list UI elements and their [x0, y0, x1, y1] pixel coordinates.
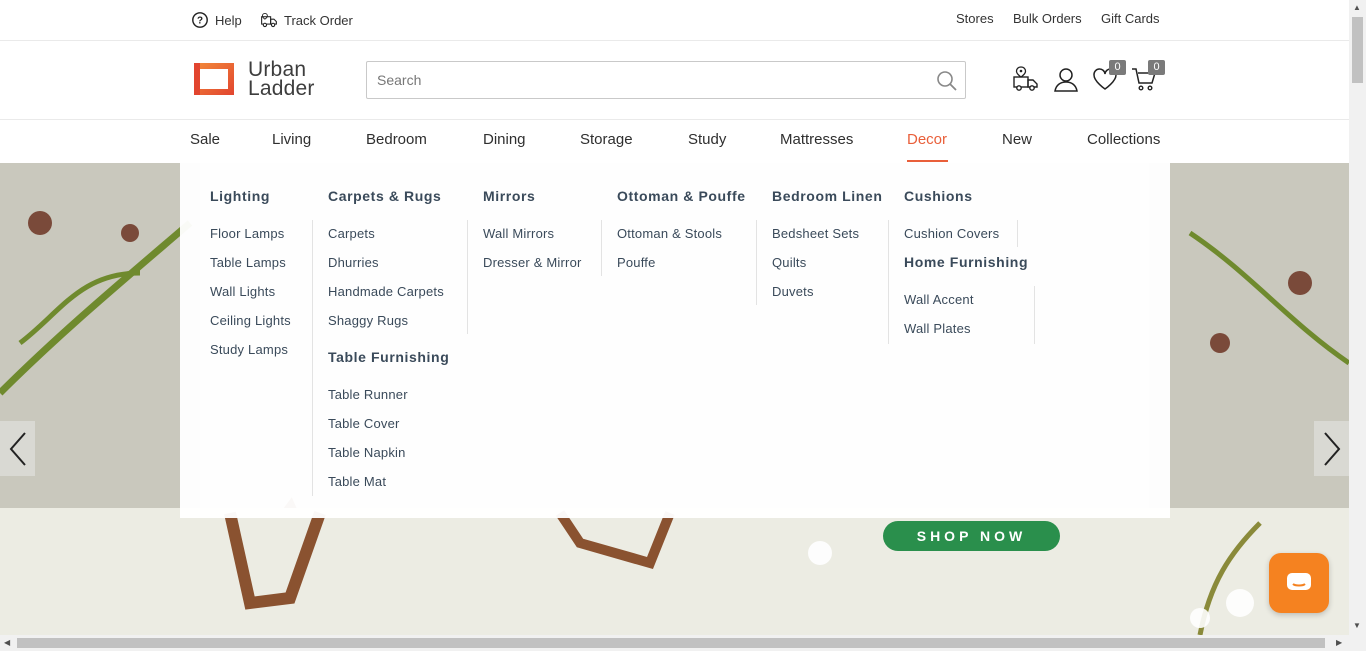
menu-link-pouffe[interactable]: Pouffe [617, 255, 656, 270]
menu-link-dhurries[interactable]: Dhurries [328, 255, 379, 270]
menu-link-duvets[interactable]: Duvets [772, 284, 814, 299]
menu-heading-home-furnishing[interactable]: Home Furnishing [904, 254, 1028, 270]
nav-item-sale[interactable]: Sale [190, 131, 220, 148]
menu-link-study-lamps[interactable]: Study Lamps [210, 342, 288, 357]
search-icon[interactable] [935, 69, 959, 93]
vertical-scrollbar[interactable]: ▲ ▼ [1349, 0, 1366, 651]
logo-mark-icon [194, 63, 234, 95]
wishlist-count-badge: 0 [1109, 60, 1126, 75]
scroll-right-arrow-icon[interactable]: ▶ [1336, 638, 1342, 647]
stores-label: Stores [956, 11, 994, 26]
menu-link-ceiling-lights[interactable]: Ceiling Lights [210, 313, 291, 328]
logo-text: Urban Ladder [248, 59, 315, 100]
menu-link-table-mat[interactable]: Table Mat [328, 474, 386, 489]
menu-heading-lighting[interactable]: Lighting [210, 188, 270, 204]
search-box [366, 61, 966, 99]
menu-divider [1017, 220, 1018, 247]
menu-link-wall-accent[interactable]: Wall Accent [904, 292, 974, 307]
nav-item-storage[interactable]: Storage [580, 131, 633, 148]
track-order-label: Track Order [284, 12, 353, 28]
carousel-prev-button[interactable] [0, 421, 35, 476]
menu-link-dresser-mirror[interactable]: Dresser & Mirror [483, 255, 582, 270]
chevron-right-icon [1323, 431, 1340, 466]
nav-item-decor[interactable]: Decor [907, 131, 947, 148]
help-label: Help [215, 12, 242, 28]
menu-heading-ottoman-pouffe[interactable]: Ottoman & Pouffe [617, 188, 746, 204]
menu-link-wall-plates[interactable]: Wall Plates [904, 321, 971, 336]
horizontal-scroll-thumb[interactable] [17, 638, 1325, 648]
truck-icon [261, 13, 277, 28]
menu-link-floor-lamps[interactable]: Floor Lamps [210, 226, 284, 241]
menu-link-cushion-covers[interactable]: Cushion Covers [904, 226, 999, 241]
bulk-orders-label: Bulk Orders [1013, 11, 1082, 26]
bulk-orders-link[interactable]: Bulk Orders [1013, 11, 1082, 26]
gift-cards-label: Gift Cards [1101, 11, 1160, 26]
menu-link-table-runner[interactable]: Table Runner [328, 387, 408, 402]
menu-link-carpets[interactable]: Carpets [328, 226, 375, 241]
nav-item-living[interactable]: Living [272, 131, 311, 148]
help-icon: ? [192, 12, 208, 28]
menu-link-quilts[interactable]: Quilts [772, 255, 806, 270]
help-link[interactable]: ? Help [191, 11, 242, 29]
svg-text:?: ? [197, 16, 203, 27]
shop-now-button[interactable]: SHOP NOW [883, 521, 1060, 551]
menu-heading-mirrors[interactable]: Mirrors [483, 188, 535, 204]
store-locator-icon[interactable] [1012, 65, 1040, 93]
scroll-down-arrow-icon[interactable]: ▼ [1353, 621, 1361, 630]
stores-link[interactable]: Stores [956, 11, 994, 26]
nav-item-new[interactable]: New [1002, 131, 1032, 148]
main-header: Urban Ladder 0 0 [0, 41, 1349, 120]
nav-item-collections[interactable]: Collections [1087, 131, 1160, 148]
urban-ladder-logo[interactable]: Urban Ladder [190, 59, 325, 99]
menu-heading-bedroom-linen[interactable]: Bedroom Linen [772, 188, 882, 204]
nav-item-study[interactable]: Study [688, 131, 726, 148]
menu-heading-table-furnishing[interactable]: Table Furnishing [328, 349, 449, 365]
menu-link-table-napkin[interactable]: Table Napkin [328, 445, 406, 460]
menu-divider [756, 220, 757, 305]
nav-item-dining[interactable]: Dining [483, 131, 526, 148]
carousel-next-button[interactable] [1314, 421, 1349, 476]
nav-item-mattresses[interactable]: Mattresses [780, 131, 853, 148]
gift-cards-link[interactable]: Gift Cards [1101, 11, 1160, 26]
scroll-up-arrow-icon[interactable]: ▲ [1353, 3, 1361, 12]
menu-link-ottoman-stools[interactable]: Ottoman & Stools [617, 226, 722, 241]
menu-divider [312, 220, 313, 496]
menu-link-wall-mirrors[interactable]: Wall Mirrors [483, 226, 554, 241]
vertical-scroll-thumb[interactable] [1352, 17, 1363, 83]
menu-divider [888, 220, 889, 344]
user-icon[interactable] [1052, 65, 1080, 93]
menu-link-shaggy-rugs[interactable]: Shaggy Rugs [328, 313, 408, 328]
horizontal-scrollbar[interactable]: ◀ ▶ [0, 635, 1349, 651]
category-nav: Sale Living Bedroom Dining Storage Study… [0, 120, 1349, 163]
menu-divider [1034, 286, 1035, 344]
chevron-left-icon [9, 431, 26, 466]
cart-count-badge: 0 [1148, 60, 1165, 75]
chat-widget-button[interactable] [1269, 553, 1329, 613]
menu-heading-carpets-rugs[interactable]: Carpets & Rugs [328, 188, 441, 204]
menu-link-wall-lights[interactable]: Wall Lights [210, 284, 275, 299]
logo-line-2: Ladder [248, 77, 315, 100]
menu-link-table-lamps[interactable]: Table Lamps [210, 255, 286, 270]
nav-item-bedroom[interactable]: Bedroom [366, 131, 427, 148]
chat-bubble-icon [1287, 573, 1311, 590]
track-order-link[interactable]: Track Order [260, 11, 353, 29]
menu-link-table-cover[interactable]: Table Cover [328, 416, 400, 431]
top-utility-bar: ? Help Track Order Stores Bulk Orders Gi… [0, 0, 1349, 41]
menu-link-bedsheet-sets[interactable]: Bedsheet Sets [772, 226, 859, 241]
active-nav-underline [907, 160, 948, 162]
menu-divider [467, 220, 468, 334]
menu-heading-cushions[interactable]: Cushions [904, 188, 973, 204]
search-input[interactable] [367, 62, 965, 98]
scroll-left-arrow-icon[interactable]: ◀ [4, 638, 10, 647]
menu-link-handmade-carpets[interactable]: Handmade Carpets [328, 284, 444, 299]
menu-divider [601, 220, 602, 276]
decor-mega-menu: Lighting Floor Lamps Table Lamps Wall Li… [180, 163, 1170, 518]
